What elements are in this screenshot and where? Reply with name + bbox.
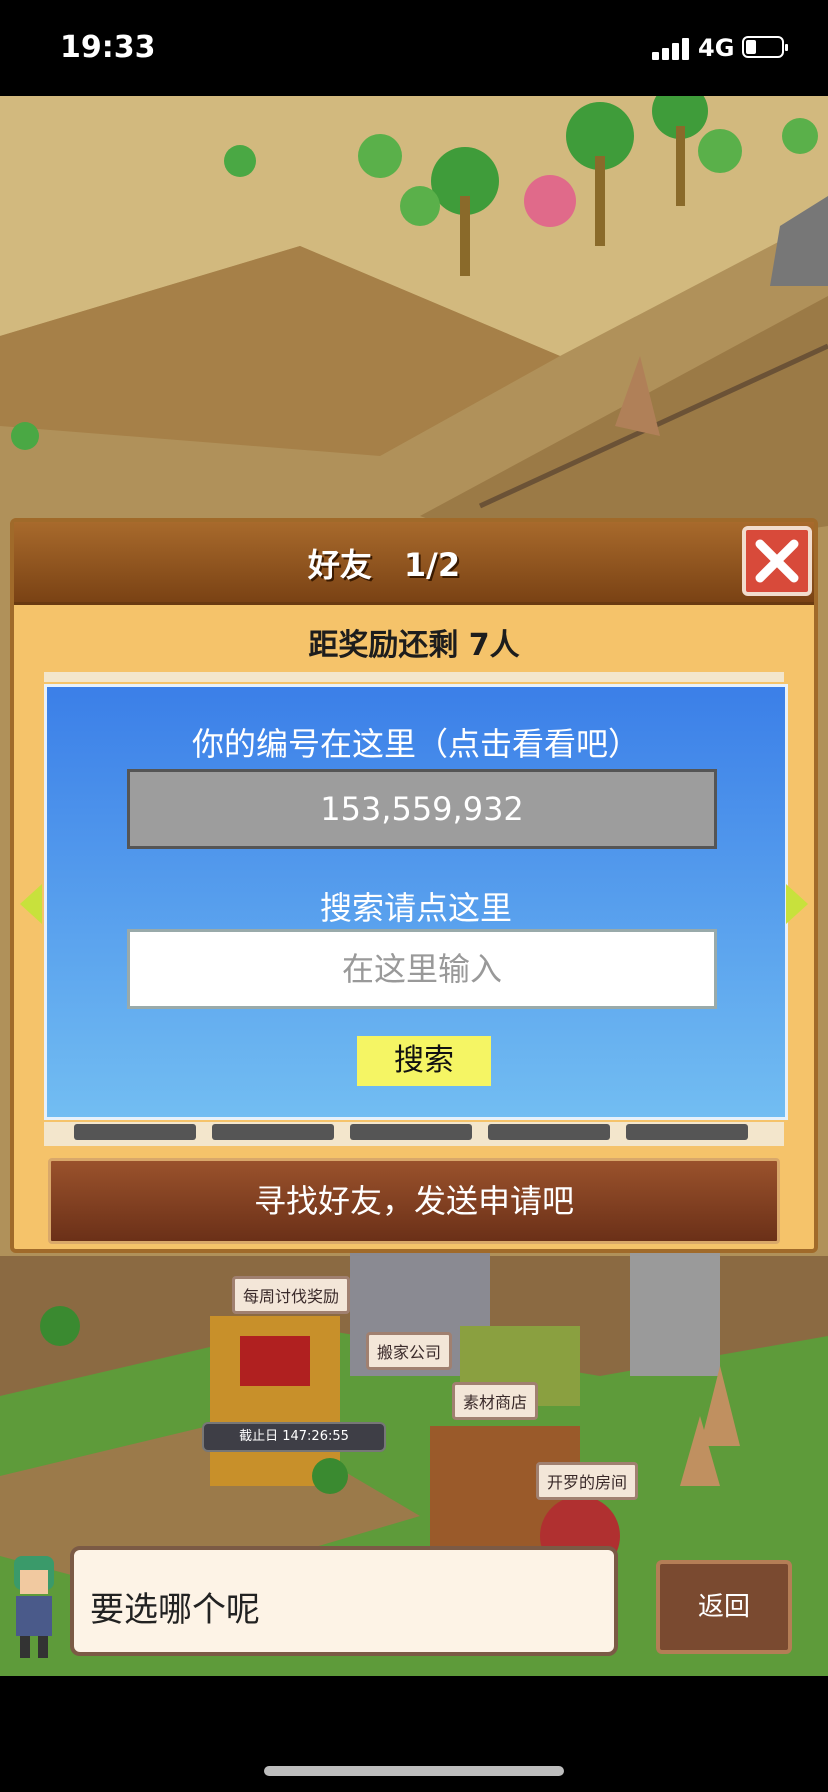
close-button[interactable] [742,526,812,596]
reward-remaining: 距奖励还剩 7人 [308,628,520,663]
signal-icon [652,36,692,60]
search-input[interactable] [127,929,717,1009]
page-tab[interactable] [488,1124,610,1140]
weekly-reward-label[interactable]: 每周讨伐奖励 [232,1276,351,1314]
back-button[interactable]: 返回 [656,1560,792,1654]
home-indicator[interactable] [264,1766,564,1776]
prev-page-arrow-icon[interactable] [20,884,42,924]
close-icon [755,539,799,583]
battery-icon [742,36,788,58]
speech-text: 要选哪个呢 [90,1590,260,1630]
cairo-room-label[interactable]: 开罗的房间 [536,1462,639,1500]
speech-bubble: 要选哪个呢 [70,1546,618,1656]
dialog-header: 好友 1/2 [14,522,814,605]
clock: 19:33 [60,30,156,65]
guide-character [14,1556,54,1658]
id-caption: 你的编号在这里（点击看看吧） [191,725,640,763]
search-button[interactable]: 搜索 [357,1036,491,1086]
dialog-title: 好友 1/2 [307,546,461,584]
friends-dialog: 好友 1/2 距奖励还剩 7人 你的编号在这里（点击看看吧） 153,559,9… [10,518,818,1253]
top-strip [44,672,784,682]
status-bar: 19:33 4G [0,0,828,96]
page-tab[interactable] [626,1124,748,1140]
moving-company-label[interactable]: 搬家公司 [366,1332,453,1370]
page-tabs [44,1122,784,1146]
search-caption: 搜索请点这里 [319,889,512,927]
page-tab[interactable] [212,1124,334,1140]
material-shop-label[interactable]: 素材商店 [452,1382,539,1420]
player-id-box[interactable]: 153,559,932 [127,769,717,849]
next-page-arrow-icon[interactable] [786,884,808,924]
page-tab[interactable] [350,1124,472,1140]
deadline-timer: 截止日 147:26:55 [202,1422,386,1452]
find-friends-button[interactable]: 寻找好友，发送申请吧 [48,1158,780,1244]
friend-search-panel: 你的编号在这里（点击看看吧） 153,559,932 搜索请点这里 搜索 [44,684,788,1120]
network-type: 4G [698,34,735,62]
page-tab[interactable] [74,1124,196,1140]
